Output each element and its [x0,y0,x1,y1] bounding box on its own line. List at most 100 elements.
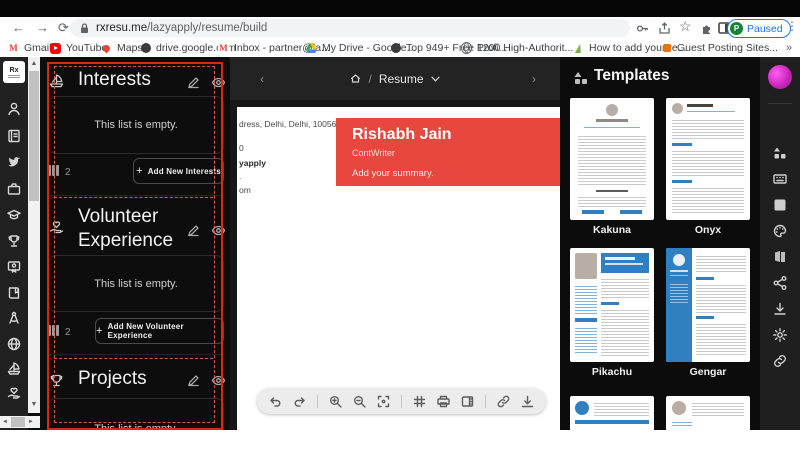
user-avatar[interactable] [768,65,792,89]
certifications-badge-icon[interactable] [6,259,22,275]
work-briefcase-icon[interactable] [6,181,22,197]
page-format-icon[interactable] [772,249,788,265]
twitter-bird-icon[interactable] [6,154,22,170]
interests-columns-control[interactable]: 2 [48,163,71,181]
templates-tab-icon[interactable] [772,145,788,161]
columns-icon [48,163,60,181]
redo-icon[interactable] [293,395,306,408]
home-icon[interactable] [350,73,361,84]
basics-user-icon[interactable] [6,101,22,117]
sections-horizontal-scrollbar[interactable]: ◄ ► [0,416,40,428]
padlock-icon[interactable] [80,23,89,34]
undo-icon[interactable] [269,395,282,408]
template-card-pikachu[interactable] [570,248,654,362]
interests-boat-icon[interactable] [6,361,22,377]
address-bar[interactable]: rxresu.me/lazyapply/resume/build [70,19,630,37]
bookmark-guestposting[interactable]: Guest Posting Sites... [661,39,778,57]
print-icon[interactable] [437,395,450,408]
template-label-pikachu[interactable]: Pikachu [570,366,654,378]
zoom-in-icon[interactable] [329,395,342,408]
scroll-right-arrow[interactable]: ► [26,416,36,428]
bookmark-star-icon[interactable]: ☆ [679,18,692,35]
share-icon[interactable] [658,22,671,35]
gmail-icon: M [8,43,19,54]
awards-trophy-icon[interactable] [6,233,22,249]
resume-page[interactable]: dress, Delhi, Delhi, 10056, 0 yapply . o… [237,107,560,430]
volunteer-hand-heart-icon[interactable] [6,386,22,402]
gmail-icon: M [218,43,229,54]
template-label-kakuna[interactable]: Kakuna [570,224,654,236]
globe-icon [461,43,472,54]
publications-book-icon[interactable] [6,285,22,301]
extensions-puzzle-icon[interactable] [700,22,713,35]
breadcrumb: / Resume [230,72,560,86]
sharing-icon[interactable] [772,275,788,291]
template-card-kakuna[interactable] [570,98,654,220]
download-icon[interactable] [521,395,534,408]
template-card-gengar[interactable] [666,248,750,362]
projects-section-icon [48,372,65,389]
add-new-volunteer-button[interactable]: +Add New Volunteer Experience [95,318,224,344]
volunteer-section-title: Volunteer Experience [78,205,173,253]
template-label-onyx[interactable]: Onyx [666,224,750,236]
drive-globe-icon [141,43,151,53]
horizontal-scroll-thumb[interactable] [11,417,25,427]
interests-visibility-eye-icon[interactable] [211,75,226,90]
chevron-down-icon[interactable] [431,76,440,82]
zoom-out-icon[interactable] [353,395,366,408]
add-new-interests-button[interactable]: +Add New Interests [133,158,224,184]
copy-link-icon[interactable] [497,395,510,408]
volunteer-edit-pencil-icon[interactable] [186,223,201,238]
fit-to-screen-icon[interactable] [377,395,390,408]
template-card-onyx[interactable] [666,98,750,220]
forward-icon[interactable]: → [36,17,49,39]
interests-edit-pencil-icon[interactable] [186,75,201,90]
back-icon[interactable]: ← [12,17,25,39]
browser-toolbar: ← → ⟳ rxresu.me/lazyapply/resume/build ☆… [0,17,800,39]
typography-icon[interactable]: A [772,197,788,213]
projects-edit-pencil-icon[interactable] [186,373,201,388]
toolbar-divider [317,395,318,408]
templates-shapes-icon [573,70,589,86]
languages-globe-icon[interactable] [6,336,22,352]
settings-gear-icon[interactable] [772,327,788,343]
bookmark-1200high[interactable]: 1200 High-Authorit... [461,39,573,57]
templates-title: Templates [594,67,670,85]
app-logo[interactable]: Rx [3,61,25,83]
bookmarks-bar: MGmail YouTube Maps drive.google.com MIn… [0,39,800,58]
layout-grid-icon[interactable] [772,171,788,187]
projects-visibility-eye-icon[interactable] [211,373,226,388]
template-card-partial-right[interactable] [666,396,750,430]
toolbar-divider [401,395,402,408]
bookmark-gmail[interactable]: MGmail [8,39,51,57]
reload-icon[interactable]: ⟳ [58,17,69,39]
sections-vertical-scrollbar[interactable]: ▲ ▼ [28,57,40,413]
bookmarks-overflow-chevron[interactable]: » [786,39,792,57]
bookmark-maps[interactable]: Maps [101,39,143,57]
columns-icon [48,323,60,341]
breadcrumb-resume-label[interactable]: Resume [379,72,424,86]
vertical-scroll-thumb[interactable] [29,71,39,201]
scroll-left-arrow[interactable]: ◄ [0,416,10,428]
skills-compass-icon[interactable] [6,310,22,326]
menu-dots-icon[interactable]: ⋮ [786,19,798,33]
volunteer-columns-control[interactable]: 2 [48,323,71,341]
page-layout-icon[interactable] [461,395,474,408]
link-icon[interactable] [772,353,788,369]
profiles-book-icon[interactable] [6,128,22,144]
profile-paused-chip[interactable]: P Paused [727,19,791,38]
education-cap-icon[interactable] [6,207,22,223]
theme-palette-icon[interactable] [772,223,788,239]
grid-ruler-icon[interactable] [413,395,426,408]
next-page-chevron[interactable]: › [532,72,536,86]
template-card-partial-left[interactable] [570,396,654,430]
scroll-down-arrow[interactable]: ▼ [28,399,40,411]
template-label-gengar[interactable]: Gengar [666,366,750,378]
bookmark-youtube[interactable]: YouTube [50,39,107,57]
resume-name: Rishabh Jain [352,126,452,144]
scroll-up-arrow[interactable]: ▲ [28,58,40,70]
key-icon[interactable] [636,22,649,35]
interests-empty-box: This list is empty. [48,96,224,154]
volunteer-visibility-eye-icon[interactable] [211,223,226,238]
export-download-icon[interactable] [772,301,788,317]
